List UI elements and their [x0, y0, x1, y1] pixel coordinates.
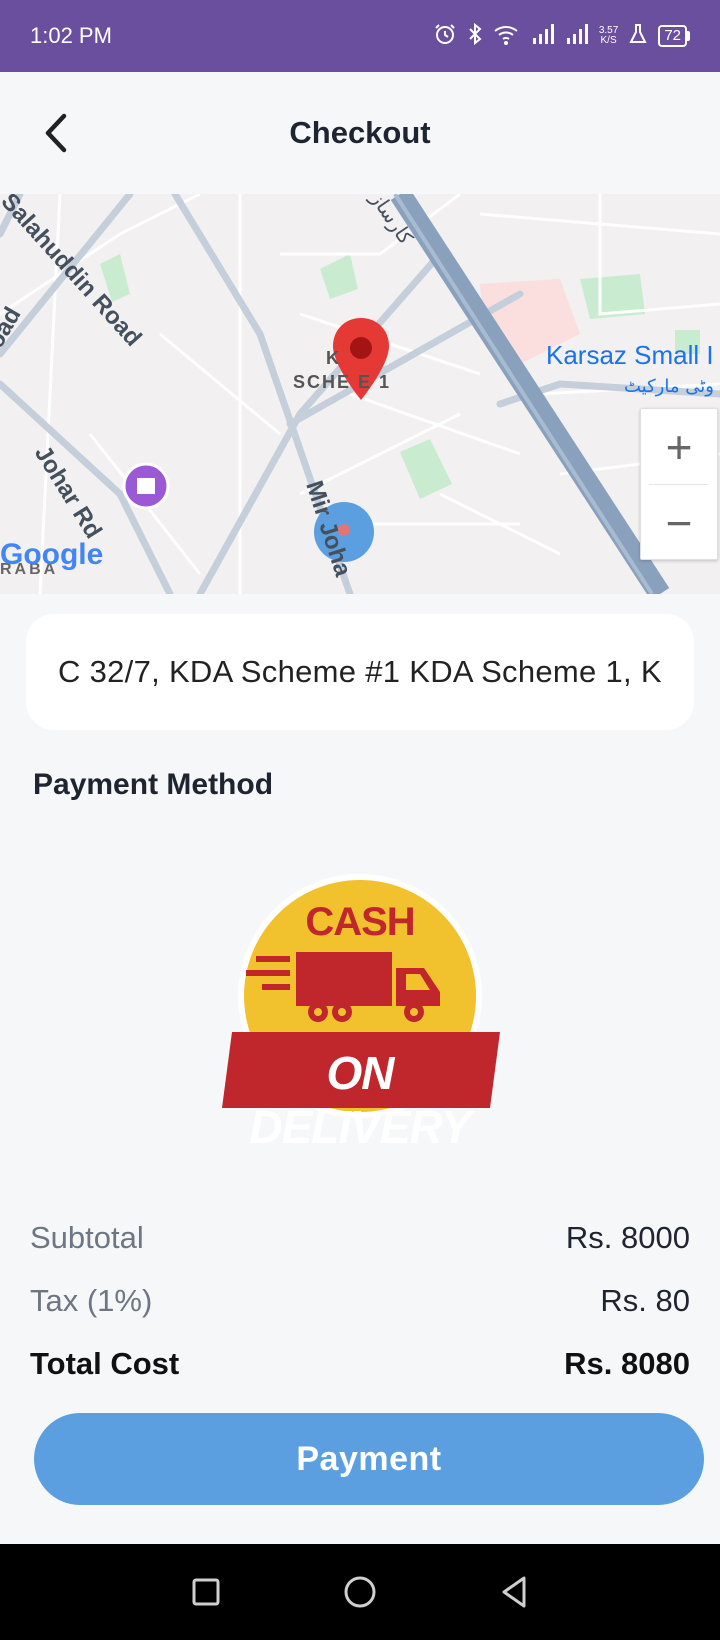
zoom-controls: + −	[640, 408, 718, 560]
circle-icon	[344, 1576, 376, 1608]
recents-button[interactable]	[184, 1570, 228, 1614]
total-value: Rs. 8080	[564, 1346, 690, 1381]
cod-logo-delivery-text: ON DELIVERY	[249, 1047, 471, 1153]
location-map[interactable]: Salahuddin Road oad Johar Rd Karsaz Smal…	[0, 194, 720, 594]
alarm-icon	[433, 22, 457, 51]
triangle-back-icon	[502, 1576, 526, 1608]
tax-row: Tax (1%) Rs. 80	[30, 1283, 690, 1319]
system-nav-bar	[0, 1544, 720, 1640]
status-icons: 3.57 K/S 72	[433, 22, 690, 51]
address-card[interactable]: C 32/7, KDA Scheme #1 KDA Scheme 1, Kara…	[26, 614, 694, 730]
chevron-left-icon	[45, 113, 67, 153]
page-title: Checkout	[289, 115, 431, 150]
payment-button[interactable]: Payment	[34, 1413, 704, 1505]
home-button[interactable]	[338, 1570, 382, 1614]
total-row: Total Cost Rs. 8080	[30, 1346, 690, 1382]
svg-text:Karsaz Small I: Karsaz Small I	[546, 340, 714, 370]
status-bar: 1:02 PM 3.57 K/S 72	[0, 0, 720, 72]
battery-icon: 72	[658, 25, 690, 47]
back-nav-button[interactable]	[492, 1570, 536, 1614]
cod-logo-cash-text: CASH	[305, 900, 415, 944]
back-button[interactable]	[30, 108, 80, 158]
zoom-in-button[interactable]: +	[641, 409, 717, 484]
square-icon	[192, 1578, 220, 1606]
cash-on-delivery-option[interactable]: CASH ON DELIVERY	[218, 870, 502, 1153]
payment-method-label: Payment Method	[33, 768, 274, 801]
tax-label: Tax (1%)	[30, 1283, 153, 1318]
google-logo: Google	[0, 538, 103, 571]
signal-icon	[565, 23, 589, 50]
tax-value: Rs. 80	[600, 1283, 690, 1318]
status-time: 1:02 PM	[30, 23, 112, 48]
subtotal-value: Rs. 8000	[565, 1220, 690, 1255]
wifi-icon	[493, 22, 521, 51]
network-speed: 3.57 K/S	[599, 26, 618, 46]
signal-icon	[531, 23, 555, 50]
delivery-address: C 32/7, KDA Scheme #1 KDA Scheme 1, Kara…	[58, 654, 662, 689]
svg-text:وٹی مارکیٹ: وٹی مارکیٹ	[624, 376, 714, 397]
flask-icon	[628, 23, 648, 50]
svg-text:K: K	[326, 348, 339, 368]
app-bar: Checkout	[0, 72, 720, 194]
subtotal-row: Subtotal Rs. 8000	[30, 1220, 690, 1256]
svg-text:SCHE E 1: SCHE E 1	[293, 372, 391, 392]
subtotal-label: Subtotal	[30, 1220, 144, 1255]
bluetooth-icon	[467, 22, 483, 51]
landmark-icon	[137, 478, 155, 494]
speed-unit: K/S	[600, 35, 617, 46]
total-label: Total Cost	[30, 1346, 180, 1381]
zoom-out-button[interactable]: −	[641, 485, 717, 560]
battery-level: 72	[658, 25, 687, 47]
